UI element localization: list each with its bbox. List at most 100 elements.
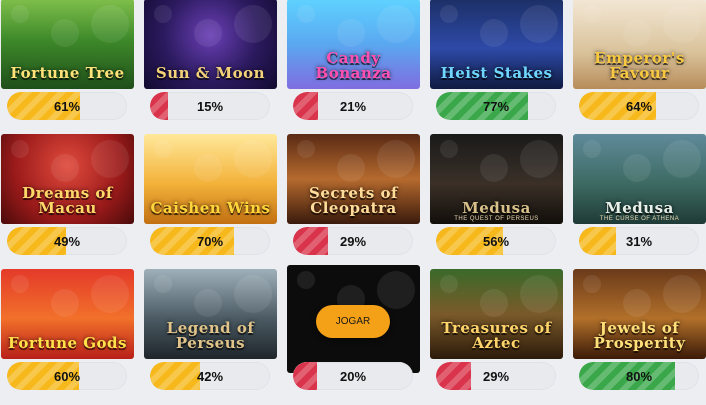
decor-glow: [520, 5, 558, 43]
decor-glow: [297, 271, 315, 289]
game-thumbnail[interactable]: Legend of Perseus: [144, 269, 277, 359]
rtp-progress-bar: 70%: [150, 227, 270, 255]
decor-glow: [663, 5, 701, 43]
rtp-percent-label: 31%: [625, 233, 653, 249]
game-thumbnail[interactable]: Emperor's Favour: [573, 0, 706, 89]
decor-glow: [194, 289, 222, 317]
rtp-progress-bar: 21%: [293, 92, 413, 120]
game-card[interactable]: Jewels of Prosperity 80%: [573, 269, 706, 392]
game-card[interactable]: Dreams of Macau 49%: [1, 134, 134, 257]
game-thumbnail[interactable]: Fortune Gods: [1, 269, 134, 359]
rtp-percent-label: 29%: [482, 368, 510, 384]
rtp-percent-label: 29%: [339, 233, 367, 249]
game-card[interactable]: Sun & Moon 15%: [144, 0, 277, 122]
rtp-progress-bar: 80%: [579, 362, 699, 390]
game-thumbnail[interactable]: Heist Stakes: [430, 0, 563, 89]
game-title: Candy Bonanza: [315, 49, 392, 82]
decor-glow: [623, 289, 651, 317]
game-card[interactable]: JOGAR 20%: [287, 265, 420, 392]
game-thumbnail[interactable]: Fortune Tree: [1, 0, 134, 89]
decor-glow: [154, 5, 172, 23]
game-thumbnail[interactable]: Sun & Moon: [144, 0, 277, 89]
rtp-percent-label: 56%: [482, 233, 510, 249]
game-thumbnail[interactable]: Medusa THE CURSE OF ATHENA: [573, 134, 706, 224]
decor-glow: [377, 5, 415, 43]
decor-glow: [440, 275, 458, 293]
decor-glow: [480, 289, 508, 317]
game-thumbnail[interactable]: Candy Bonanza: [287, 0, 420, 89]
decor-glow: [51, 289, 79, 317]
game-card[interactable]: Heist Stakes 77%: [430, 0, 563, 122]
rtp-percent-label: 60%: [53, 368, 81, 384]
game-title: Medusa: [605, 199, 674, 217]
rtp-progress-bar: 20%: [293, 362, 413, 390]
decor-glow: [234, 275, 272, 313]
rtp-percent-label: 20%: [339, 368, 367, 384]
game-title: Medusa: [462, 199, 531, 217]
game-thumbnail[interactable]: Treasures of Aztec: [430, 269, 563, 359]
game-card[interactable]: Legend of Perseus 42%: [144, 269, 277, 392]
rtp-progress-bar: 49%: [7, 227, 127, 255]
rtp-progress-bar: 31%: [579, 227, 699, 255]
decor-glow: [623, 19, 651, 47]
game-card[interactable]: Medusa THE CURSE OF ATHENA 31%: [573, 134, 706, 257]
rtp-percent-label: 77%: [482, 98, 510, 114]
game-thumbnail[interactable]: Secrets of Cleopatra: [287, 134, 420, 224]
game-thumbnail[interactable]: Jewels of Prosperity: [573, 269, 706, 359]
decor-glow: [583, 5, 601, 23]
game-card[interactable]: Medusa THE QUEST OF PERSEUS 56%: [430, 134, 563, 257]
decor-glow: [440, 5, 458, 23]
rtp-progress-bar: 60%: [7, 362, 127, 390]
game-title: Fortune Tree: [10, 64, 125, 82]
rtp-progress-bar: 56%: [436, 227, 556, 255]
decor-glow: [234, 5, 272, 43]
decor-glow: [623, 154, 651, 182]
decor-glow: [663, 275, 701, 313]
game-thumbnail[interactable]: Dreams of Macau: [1, 134, 134, 224]
rtp-percent-label: 61%: [53, 98, 81, 114]
decor-glow: [11, 5, 29, 23]
game-card[interactable]: Candy Bonanza 21%: [287, 0, 420, 122]
decor-glow: [154, 140, 172, 158]
rtp-percent-label: 42%: [196, 368, 224, 384]
decor-glow: [91, 5, 129, 43]
game-card[interactable]: Fortune Tree 61%: [1, 0, 134, 122]
game-thumbnail[interactable]: Medusa THE QUEST OF PERSEUS: [430, 134, 563, 224]
decor-glow: [583, 140, 601, 158]
rtp-progress-bar: 64%: [579, 92, 699, 120]
decor-glow: [480, 154, 508, 182]
decor-glow: [297, 140, 315, 158]
decor-glow: [194, 19, 222, 47]
game-thumbnail[interactable]: JOGAR: [287, 265, 420, 373]
decor-glow: [663, 140, 701, 178]
game-title: Fortune Gods: [8, 334, 127, 352]
game-card[interactable]: Fortune Gods 60%: [1, 269, 134, 392]
rtp-percent-label: 80%: [625, 368, 653, 384]
rtp-progress-bar: 15%: [150, 92, 270, 120]
games-grid: Fortune Tree 61% Sun & Moon 15% Candy Bonanz…: [0, 0, 706, 392]
game-card[interactable]: Caishen Wins 70%: [144, 134, 277, 257]
rtp-percent-label: 70%: [196, 233, 224, 249]
decor-glow: [440, 140, 458, 158]
rtp-progress-bar: 42%: [150, 362, 270, 390]
game-title: Jewels of Prosperity: [593, 319, 686, 352]
game-subtitle: THE QUEST OF PERSEUS: [454, 216, 539, 222]
rtp-percent-label: 15%: [196, 98, 224, 114]
decor-glow: [337, 154, 365, 182]
game-title: Dreams of Macau: [22, 184, 113, 217]
game-card[interactable]: Emperor's Favour 64%: [573, 0, 706, 122]
decor-glow: [11, 140, 29, 158]
game-card[interactable]: Secrets of Cleopatra 29%: [287, 134, 420, 257]
game-title: Heist Stakes: [440, 64, 553, 82]
rtp-progress-bar: 61%: [7, 92, 127, 120]
game-title: Legend of Perseus: [166, 319, 255, 352]
rtp-percent-label: 64%: [625, 98, 653, 114]
rtp-percent-label: 49%: [53, 233, 81, 249]
decor-glow: [51, 154, 79, 182]
game-card[interactable]: Treasures of Aztec 29%: [430, 269, 563, 392]
rtp-percent-label: 21%: [339, 98, 367, 114]
game-title: Secrets of Cleopatra: [308, 184, 398, 217]
rtp-progress-bar: 29%: [293, 227, 413, 255]
game-thumbnail[interactable]: Caishen Wins: [144, 134, 277, 224]
play-button[interactable]: JOGAR: [316, 305, 390, 338]
